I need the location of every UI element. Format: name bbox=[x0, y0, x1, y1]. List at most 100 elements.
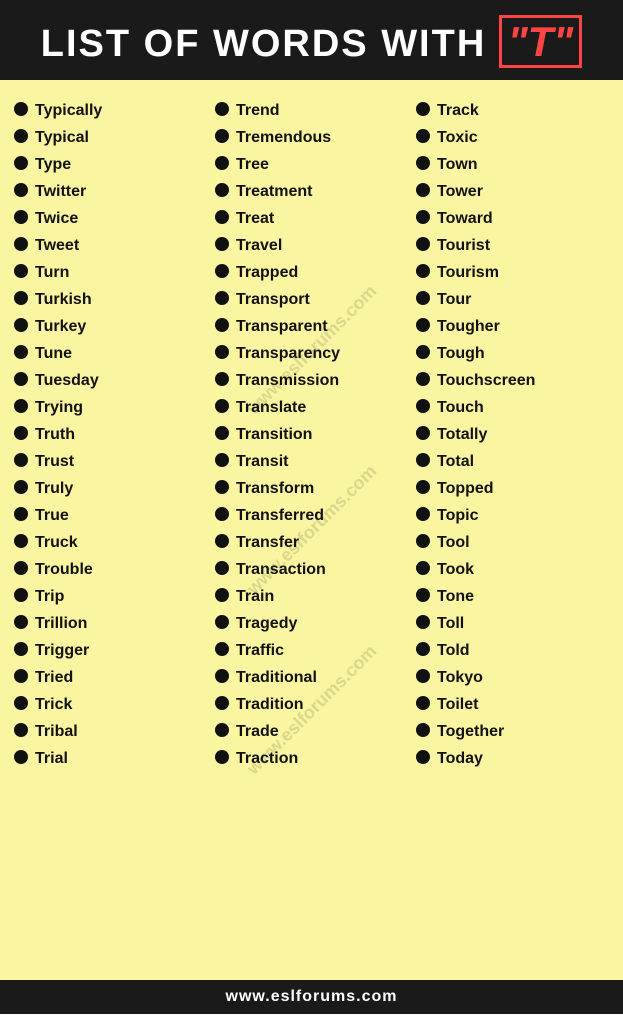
bullet-icon bbox=[215, 318, 229, 332]
word-label: Turkey bbox=[35, 318, 86, 336]
list-item: Tone bbox=[416, 582, 609, 609]
list-item: Track bbox=[416, 96, 609, 123]
bullet-icon bbox=[14, 237, 28, 251]
bullet-icon bbox=[416, 237, 430, 251]
word-label: Tower bbox=[437, 183, 483, 201]
bullet-icon bbox=[215, 453, 229, 467]
word-label: Told bbox=[437, 642, 470, 660]
list-item: Trade bbox=[215, 717, 408, 744]
word-label: Tourism bbox=[437, 264, 499, 282]
bullet-icon bbox=[14, 372, 28, 386]
bullet-icon bbox=[14, 723, 28, 737]
bullet-icon bbox=[416, 696, 430, 710]
list-item: Trust bbox=[14, 447, 207, 474]
word-label: Trust bbox=[35, 453, 74, 471]
word-label: Typical bbox=[35, 129, 89, 147]
list-item: Totally bbox=[416, 420, 609, 447]
word-label: Tribal bbox=[35, 723, 78, 741]
list-item: Twice bbox=[14, 204, 207, 231]
bullet-icon bbox=[14, 453, 28, 467]
word-label: Transform bbox=[236, 480, 314, 498]
list-item: Turkey bbox=[14, 312, 207, 339]
bullet-icon bbox=[215, 372, 229, 386]
list-item: Touch bbox=[416, 393, 609, 420]
list-item: Turn bbox=[14, 258, 207, 285]
list-item: Tradition bbox=[215, 690, 408, 717]
word-label: Trouble bbox=[35, 561, 93, 579]
list-item: Typically bbox=[14, 96, 207, 123]
word-label: Total bbox=[437, 453, 474, 471]
list-item: Type bbox=[14, 150, 207, 177]
word-label: Twitter bbox=[35, 183, 86, 201]
word-label: Transit bbox=[236, 453, 288, 471]
bullet-icon bbox=[14, 696, 28, 710]
list-item: True bbox=[14, 501, 207, 528]
list-item: Tree bbox=[215, 150, 408, 177]
list-item: Tune bbox=[14, 339, 207, 366]
header-title: LIST OF WORDS WITH bbox=[41, 23, 487, 65]
list-item: Trip bbox=[14, 582, 207, 609]
word-label: Turkish bbox=[35, 291, 92, 309]
bullet-icon bbox=[416, 129, 430, 143]
word-label: Topic bbox=[437, 507, 478, 525]
word-label: Town bbox=[437, 156, 478, 174]
word-column-col3: TrackToxicTownTowerTowardTouristTourismT… bbox=[412, 96, 613, 771]
list-item: Trouble bbox=[14, 555, 207, 582]
list-item: Trend bbox=[215, 96, 408, 123]
bullet-icon bbox=[14, 480, 28, 494]
bullet-icon bbox=[14, 642, 28, 656]
word-label: Tool bbox=[437, 534, 470, 552]
bullet-icon bbox=[14, 669, 28, 683]
word-label: Typically bbox=[35, 102, 102, 120]
list-item: Transaction bbox=[215, 555, 408, 582]
list-item: Transparency bbox=[215, 339, 408, 366]
header-letter: "T" bbox=[499, 15, 582, 68]
bullet-icon bbox=[215, 156, 229, 170]
list-item: Transform bbox=[215, 474, 408, 501]
bullet-icon bbox=[215, 264, 229, 278]
word-label: Tour bbox=[437, 291, 471, 309]
word-label: True bbox=[35, 507, 69, 525]
bullet-icon bbox=[416, 399, 430, 413]
bullet-icon bbox=[416, 669, 430, 683]
word-label: Truth bbox=[35, 426, 75, 444]
footer-url: www.eslforums.com bbox=[226, 988, 398, 1005]
word-label: Truly bbox=[35, 480, 73, 498]
list-item: Traditional bbox=[215, 663, 408, 690]
bullet-icon bbox=[215, 345, 229, 359]
list-item: Toilet bbox=[416, 690, 609, 717]
bullet-icon bbox=[416, 372, 430, 386]
list-item: Transport bbox=[215, 285, 408, 312]
bullet-icon bbox=[14, 291, 28, 305]
list-item: Truck bbox=[14, 528, 207, 555]
bullet-icon bbox=[14, 399, 28, 413]
bullet-icon bbox=[416, 318, 430, 332]
word-label: Toll bbox=[437, 615, 464, 633]
list-item: Transit bbox=[215, 447, 408, 474]
word-label: Twice bbox=[35, 210, 78, 228]
bullet-icon bbox=[215, 669, 229, 683]
bullet-icon bbox=[14, 426, 28, 440]
word-label: Tourist bbox=[437, 237, 490, 255]
word-label: Turn bbox=[35, 264, 69, 282]
header: LIST OF WORDS WITH "T" bbox=[0, 0, 623, 80]
list-item: Together bbox=[416, 717, 609, 744]
list-item: Tourism bbox=[416, 258, 609, 285]
bullet-icon bbox=[215, 129, 229, 143]
bullet-icon bbox=[215, 426, 229, 440]
word-label: Transfer bbox=[236, 534, 299, 552]
bullet-icon bbox=[14, 183, 28, 197]
word-label: Translate bbox=[236, 399, 306, 417]
bullet-icon bbox=[215, 615, 229, 629]
list-item: Tweet bbox=[14, 231, 207, 258]
list-item: Truly bbox=[14, 474, 207, 501]
list-item: Tribal bbox=[14, 717, 207, 744]
list-item: Trigger bbox=[14, 636, 207, 663]
word-label: Trapped bbox=[236, 264, 298, 282]
bullet-icon bbox=[215, 480, 229, 494]
list-item: Tokyo bbox=[416, 663, 609, 690]
content-area: www.eslforums.com www.eslforums.com www.… bbox=[0, 80, 623, 980]
word-label: Transport bbox=[236, 291, 310, 309]
list-item: Trapped bbox=[215, 258, 408, 285]
bullet-icon bbox=[416, 642, 430, 656]
